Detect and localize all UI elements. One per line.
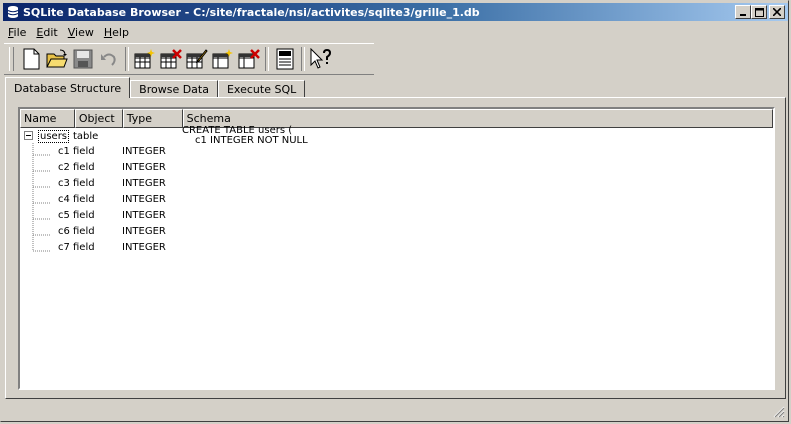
field-object: field (73, 226, 95, 237)
tree-row-field[interactable]: c2 field INTEGER (20, 161, 773, 177)
tab-database-structure[interactable]: Database Structure (5, 77, 131, 98)
create-index-icon (212, 49, 233, 69)
menu-bar: File Edit View Help (3, 23, 134, 42)
tree-name-users: users (38, 130, 70, 143)
menu-view[interactable]: View (63, 26, 99, 39)
column-header-type[interactable]: Type (122, 109, 183, 128)
field-name: c6 (58, 226, 70, 237)
tree-header: Name Object Type Schema (20, 109, 773, 128)
field-name: c5 (58, 210, 70, 221)
new-file-icon (23, 48, 40, 70)
field-object: field (73, 162, 95, 173)
menu-help[interactable]: Help (99, 26, 134, 39)
modify-table-icon (186, 49, 208, 69)
minimize-icon (740, 14, 746, 16)
log-icon (276, 48, 294, 70)
field-object: field (73, 194, 95, 205)
modify-table-button[interactable] (184, 46, 210, 72)
menu-edit[interactable]: Edit (31, 26, 62, 39)
field-object: field (73, 146, 95, 157)
field-type: INTEGER (122, 242, 166, 253)
app-window: SQLite Database Browser - C:/site/fracta… (0, 0, 789, 422)
tab-browse-data[interactable]: Browse Data (130, 80, 218, 98)
database-icon (7, 6, 19, 18)
toolbar-separator (265, 47, 269, 71)
minimize-button[interactable] (735, 5, 751, 19)
field-type: INTEGER (122, 194, 166, 205)
field-name: c2 (58, 162, 70, 173)
maximize-button[interactable] (751, 5, 767, 19)
tab-execute-sql[interactable]: Execute SQL (217, 80, 306, 98)
tree-row-field[interactable]: c7 field INTEGER (20, 241, 773, 257)
field-name: c7 (58, 242, 70, 253)
field-type: INTEGER (122, 162, 166, 173)
toolbar-separator (125, 47, 129, 71)
tree-schema-line2: c1 INTEGER NOT NULL (195, 136, 308, 143)
close-button[interactable] (769, 5, 785, 19)
window-title: SQLite Database Browser - C:/site/fracta… (23, 5, 480, 19)
open-database-button[interactable] (44, 46, 70, 72)
revert-changes-button[interactable] (96, 46, 122, 72)
tree-row-field[interactable]: c3 field INTEGER (20, 177, 773, 193)
tree-schema-line1: CREATE TABLE users ( (182, 125, 293, 136)
field-name: c1 (58, 146, 70, 157)
tree-row-users[interactable]: users table CREATE TABLE users ( c1 INTE… (20, 125, 773, 145)
delete-table-icon (160, 49, 182, 69)
field-type: INTEGER (122, 210, 166, 221)
toolbar-grip[interactable] (9, 47, 14, 71)
delete-index-button[interactable] (236, 46, 262, 72)
sql-log-button[interactable] (272, 46, 298, 72)
whats-this-button[interactable] (308, 46, 334, 72)
tree-object-table: table (73, 131, 99, 142)
toolbar (4, 43, 374, 75)
field-name: c4 (58, 194, 70, 205)
column-header-name[interactable]: Name (20, 109, 75, 128)
new-database-button[interactable] (18, 46, 44, 72)
create-table-icon (134, 49, 155, 69)
field-type: INTEGER (122, 226, 166, 237)
tree-row-field[interactable]: c6 field INTEGER (20, 225, 773, 241)
save-disk-icon (73, 49, 93, 69)
menu-file[interactable]: File (3, 26, 31, 39)
close-icon (773, 8, 781, 16)
title-bar[interactable]: SQLite Database Browser - C:/site/fracta… (3, 3, 788, 21)
create-table-button[interactable] (132, 46, 158, 72)
tree-row-field[interactable]: c4 field INTEGER (20, 193, 773, 209)
create-index-button[interactable] (210, 46, 236, 72)
field-object: field (73, 242, 95, 253)
toolbar-separator (301, 47, 305, 71)
whats-this-icon (310, 48, 332, 69)
delete-table-button[interactable] (158, 46, 184, 72)
delete-index-icon (238, 49, 260, 69)
tab-bar: Database Structure Browse Data Execute S… (5, 76, 306, 98)
column-header-object[interactable]: Object (74, 109, 123, 128)
save-changes-button[interactable] (70, 46, 96, 72)
field-type: INTEGER (122, 146, 166, 157)
tree-row-field[interactable]: c1 field INTEGER (20, 145, 773, 161)
structure-tree[interactable]: Name Object Type Schema users table CREA… (18, 107, 775, 390)
tree-row-field[interactable]: c5 field INTEGER (20, 209, 773, 225)
maximize-icon (754, 7, 764, 17)
resize-grip-icon[interactable] (772, 405, 785, 418)
open-folder-icon (46, 49, 68, 68)
collapse-icon[interactable] (24, 131, 33, 140)
status-bar (3, 403, 788, 421)
field-object: field (73, 178, 95, 189)
field-name: c3 (58, 178, 70, 189)
undo-icon (101, 53, 116, 66)
field-object: field (73, 210, 95, 221)
field-type: INTEGER (122, 178, 166, 189)
